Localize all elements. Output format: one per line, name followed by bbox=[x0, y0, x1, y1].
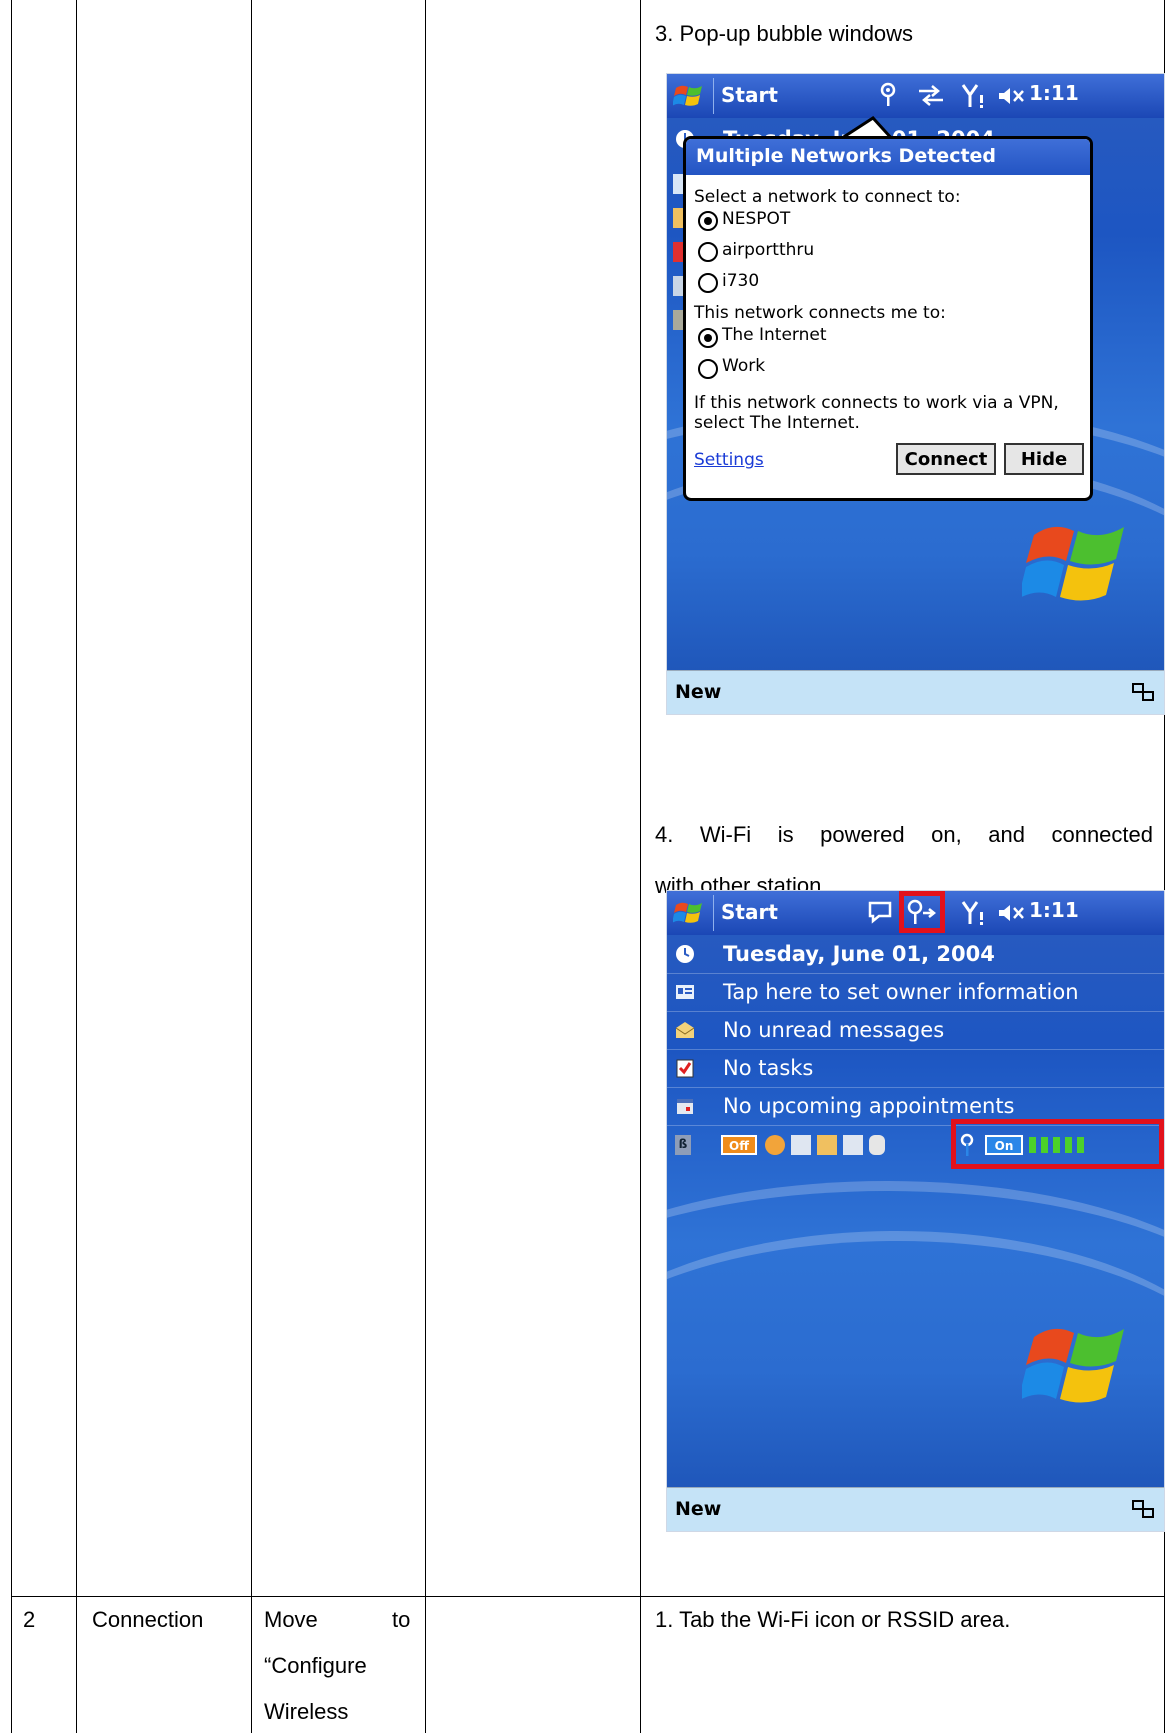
pda-screenshot-bubble: Start 1:11 Tuesday, June 01, 2004 bbox=[666, 73, 1165, 715]
destination-option-label: The Internet bbox=[722, 325, 827, 345]
calendar-icon bbox=[677, 1099, 693, 1114]
tasks-icon bbox=[676, 1059, 694, 1078]
bluetooth-off-badge[interactable]: Off bbox=[721, 1135, 757, 1155]
signal-tray-icon[interactable] bbox=[961, 83, 985, 109]
network-option-label: i730 bbox=[722, 271, 760, 291]
pc-icon[interactable] bbox=[791, 1135, 811, 1155]
row2-instruction-word: to bbox=[392, 1607, 411, 1632]
bluetooth-icon[interactable]: ß bbox=[675, 1135, 691, 1155]
keyboard-icon[interactable] bbox=[843, 1135, 863, 1155]
row2-number: 2 bbox=[23, 1607, 36, 1632]
today-tasks-text: No tasks bbox=[723, 1056, 814, 1080]
radio-i730[interactable] bbox=[698, 273, 718, 293]
input-panel-icon[interactable] bbox=[1132, 683, 1154, 701]
settings-link[interactable]: Settings bbox=[694, 450, 764, 470]
wifi-tray-icon[interactable] bbox=[877, 82, 899, 108]
radio-the-internet[interactable] bbox=[698, 328, 718, 348]
today-appointments-text: No upcoming appointments bbox=[723, 1094, 1015, 1118]
clock-icon bbox=[676, 945, 694, 963]
row2-step1: 1. Tab the Wi-Fi icon or RSSID area. bbox=[655, 1607, 1011, 1632]
new-menu[interactable]: New bbox=[675, 681, 721, 703]
table-column-divider bbox=[76, 0, 77, 1733]
input-panel-icon[interactable] bbox=[1132, 1500, 1154, 1518]
radio-work[interactable] bbox=[698, 359, 718, 379]
menu-bar: New bbox=[667, 670, 1164, 714]
select-network-label: Select a network to connect to: bbox=[694, 187, 961, 207]
speaker-muted-icon[interactable] bbox=[997, 903, 1025, 923]
highlight-wifi-status bbox=[951, 1119, 1164, 1169]
row2-instruction-word: Move bbox=[264, 1607, 318, 1632]
taskbar: Start 1:11 bbox=[667, 74, 1164, 118]
clock[interactable]: 1:11 bbox=[1029, 81, 1079, 105]
start-separator bbox=[713, 895, 714, 931]
today-messages-row[interactable]: No unread messages bbox=[667, 1011, 1164, 1050]
table-column-divider bbox=[640, 0, 641, 1733]
radio-nespot[interactable] bbox=[698, 211, 718, 231]
network-bubble-dialog: Multiple Networks Detected Select a netw… bbox=[683, 136, 1093, 501]
windows-flag-logo bbox=[1022, 526, 1124, 601]
sync-icon[interactable] bbox=[765, 1135, 785, 1155]
network-option-label: NESPOT bbox=[722, 209, 791, 229]
envelope-icon bbox=[675, 1022, 695, 1038]
clock[interactable]: 1:11 bbox=[1029, 898, 1079, 922]
today-date-text: Tuesday, June 01, 2004 bbox=[723, 942, 995, 966]
network-option-label: airportthru bbox=[722, 240, 815, 260]
windows-flag-logo bbox=[1022, 1328, 1124, 1403]
menu-bar: New bbox=[667, 1487, 1164, 1531]
row2-instruction-line2: “Configure bbox=[264, 1653, 367, 1678]
vpn-hint-line-2: select The Internet. bbox=[694, 413, 860, 433]
connect-button[interactable]: Connect bbox=[896, 443, 996, 475]
hide-button[interactable]: Hide bbox=[1004, 443, 1084, 475]
start-label[interactable]: Start bbox=[721, 83, 778, 107]
mouse-icon[interactable] bbox=[869, 1135, 885, 1155]
today-messages-text: No unread messages bbox=[723, 1018, 945, 1042]
step3-caption: 3. Pop-up bubble windows bbox=[655, 21, 914, 46]
signal-tray-icon[interactable] bbox=[961, 900, 985, 926]
destination-option-label: Work bbox=[722, 356, 766, 376]
message-tray-icon[interactable] bbox=[867, 900, 893, 924]
document-table: 3. Pop-up bubble windows Start 1:11 Mult… bbox=[0, 0, 1165, 1733]
row2-instruction-line3: Wireless bbox=[264, 1699, 349, 1724]
connectivity-tray-icon[interactable] bbox=[917, 84, 945, 106]
windows-start-icon[interactable] bbox=[673, 897, 705, 929]
today-owner-text: Tap here to set owner information bbox=[723, 980, 1079, 1004]
table-border-left bbox=[11, 0, 12, 1733]
windows-start-icon[interactable] bbox=[673, 80, 705, 112]
step4-caption-line1: 4. Wi-Fi is powered on, and connected bbox=[655, 822, 1153, 847]
vpn-hint-line-1: If this network connects to work via a V… bbox=[694, 393, 1059, 413]
owner-card-icon bbox=[676, 985, 694, 999]
today-date-row[interactable]: Tuesday, June 01, 2004 bbox=[667, 935, 1164, 974]
table-row-divider bbox=[11, 1596, 1165, 1597]
pda-screenshot-today: Start 1:11 Tuesday, June 01, 2004 Tap he… bbox=[666, 890, 1165, 1532]
highlight-wifi-tray bbox=[899, 891, 945, 933]
new-menu[interactable]: New bbox=[675, 1498, 721, 1520]
today-owner-row[interactable]: Tap here to set owner information bbox=[667, 973, 1164, 1012]
bubble-title: Multiple Networks Detected bbox=[686, 139, 1090, 175]
start-label[interactable]: Start bbox=[721, 900, 778, 924]
radio-airportthru[interactable] bbox=[698, 242, 718, 262]
table-column-divider bbox=[251, 0, 252, 1733]
start-separator bbox=[713, 78, 714, 114]
today-tasks-row[interactable]: No tasks bbox=[667, 1049, 1164, 1088]
table-column-divider bbox=[425, 0, 426, 1733]
speaker-muted-icon[interactable] bbox=[997, 86, 1025, 106]
network-device-icon[interactable] bbox=[817, 1135, 837, 1155]
connects-me-to-label: This network connects me to: bbox=[694, 303, 946, 323]
row2-category: Connection bbox=[92, 1607, 204, 1632]
